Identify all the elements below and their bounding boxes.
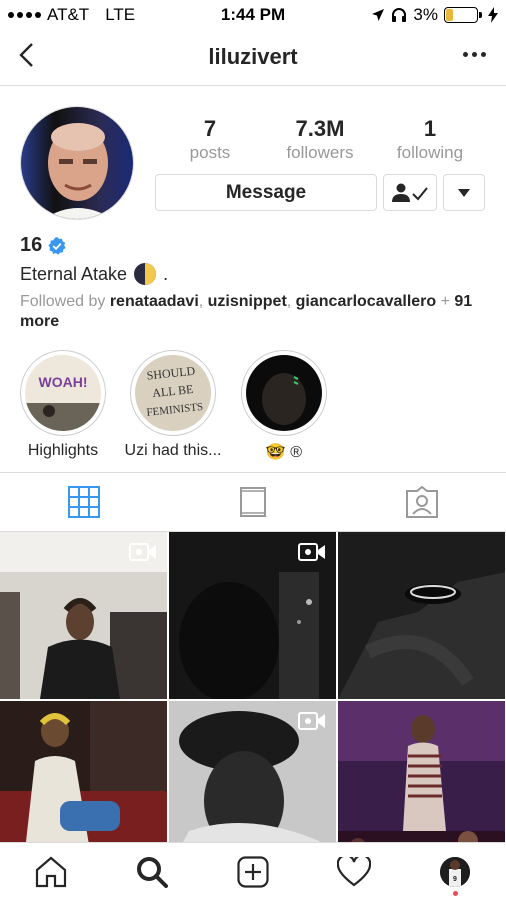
profile-tab-bar (0, 472, 506, 532)
tab-grid[interactable] (0, 473, 169, 531)
more-horizontal-icon (463, 52, 468, 57)
moon-emoji-icon (134, 263, 157, 285)
igtv-icon (240, 487, 266, 517)
stat-value: 7.3M (295, 116, 345, 141)
tab-tagged[interactable] (337, 473, 506, 531)
headphones-icon (392, 8, 407, 22)
profile-actions: Message (155, 174, 485, 211)
nav-search-button[interactable] (101, 843, 202, 900)
post-thumbnail[interactable] (169, 532, 336, 699)
highlight-item[interactable]: WOAH! Highlights (20, 350, 106, 460)
profile-avatar[interactable] (20, 106, 134, 220)
suggestions-dropdown-button[interactable] (443, 174, 485, 211)
profile-name: 16 (20, 234, 66, 257)
verified-badge-icon (48, 236, 66, 255)
profile-name-text: 16 (20, 234, 43, 256)
post-thumbnail[interactable] (169, 701, 336, 842)
bio-suffix: . (163, 263, 169, 284)
post-thumbnail[interactable] (0, 532, 167, 699)
video-icon (129, 543, 156, 561)
profile-bio: Eternal Atake . (20, 262, 168, 286)
stat-label: followers (286, 143, 354, 162)
followed-by[interactable]: Followed by renataadavi, uzisnippet, gia… (20, 292, 490, 332)
followed-user[interactable]: renataadavi (110, 293, 199, 310)
charging-icon (488, 7, 498, 23)
search-icon (136, 856, 168, 888)
add-post-icon (237, 855, 269, 888)
nav-profile-button[interactable]: 9 (405, 843, 506, 900)
story-highlights: WOAH! Highlights SHOULD ALL BE FEMINISTS… (0, 350, 506, 462)
profile-stats: 7 posts 7.3M followers 1 following (155, 116, 485, 164)
highlight-cover: WOAH! (25, 355, 101, 431)
followed-by-prefix: Followed by (20, 293, 106, 310)
battery-level (446, 9, 453, 21)
nav-bar: liluzivert (0, 30, 506, 86)
posts-grid (0, 532, 506, 842)
battery-icon (444, 7, 482, 23)
highlight-item[interactable]: 🤓 ® (241, 350, 327, 462)
stat-value: 1 (423, 116, 437, 141)
stat-posts[interactable]: 7 posts (155, 116, 265, 164)
nav-add-post-button[interactable] (202, 843, 303, 900)
home-icon (35, 856, 66, 887)
more-options-button[interactable] (463, 52, 486, 57)
stat-label: posts (189, 143, 231, 162)
highlight-ring (241, 350, 327, 436)
svg-text:9: 9 (453, 876, 457, 883)
bottom-navigation: 9 (0, 842, 506, 900)
post-thumbnail[interactable] (0, 701, 167, 842)
followed-user[interactable]: uzisnippet (208, 293, 287, 310)
stat-label: following (396, 143, 464, 162)
video-icon (298, 543, 325, 561)
highlight-cover (246, 355, 322, 431)
nav-home-button[interactable] (0, 843, 101, 900)
avatar-image (21, 107, 133, 219)
activity-icon (337, 856, 372, 886)
triangle-down-icon (458, 188, 470, 197)
stat-following[interactable]: 1 following (375, 116, 485, 164)
highlight-ring: WOAH! (20, 350, 106, 436)
followed-user[interactable]: giancarlocavallero (296, 293, 437, 310)
highlight-ring: SHOULD ALL BE FEMINISTS (130, 350, 216, 436)
highlight-label: 🤓 ® (265, 444, 303, 461)
post-thumbnail[interactable] (338, 532, 505, 699)
highlight-cover: SHOULD ALL BE FEMINISTS (135, 355, 211, 431)
status-right: 3% (371, 5, 498, 25)
post-thumbnail[interactable] (338, 701, 505, 842)
notification-dot (453, 891, 459, 896)
location-icon (372, 9, 385, 21)
status-bar: AT&T LTE 1:44 PM 3% (0, 0, 506, 30)
message-button[interactable]: Message (155, 174, 377, 211)
battery-percent: 3% (413, 5, 438, 24)
bio-text: Eternal Atake (20, 263, 128, 284)
tab-igtv[interactable] (169, 473, 338, 531)
following-button[interactable] (383, 174, 437, 211)
highlight-item[interactable]: SHOULD ALL BE FEMINISTS Uzi had this... (125, 350, 221, 460)
user-check-icon (392, 183, 428, 202)
profile-icon: 9 (440, 856, 471, 887)
stat-value: 7 (203, 116, 217, 141)
profile-username: liluzivert (208, 44, 298, 69)
tagged-icon (405, 486, 438, 518)
nav-activity-button[interactable] (304, 843, 405, 900)
grid-icon (68, 486, 101, 518)
video-icon (298, 712, 325, 730)
highlight-cover-text: WOAH! (39, 374, 88, 390)
stat-followers[interactable]: 7.3M followers (265, 116, 375, 164)
